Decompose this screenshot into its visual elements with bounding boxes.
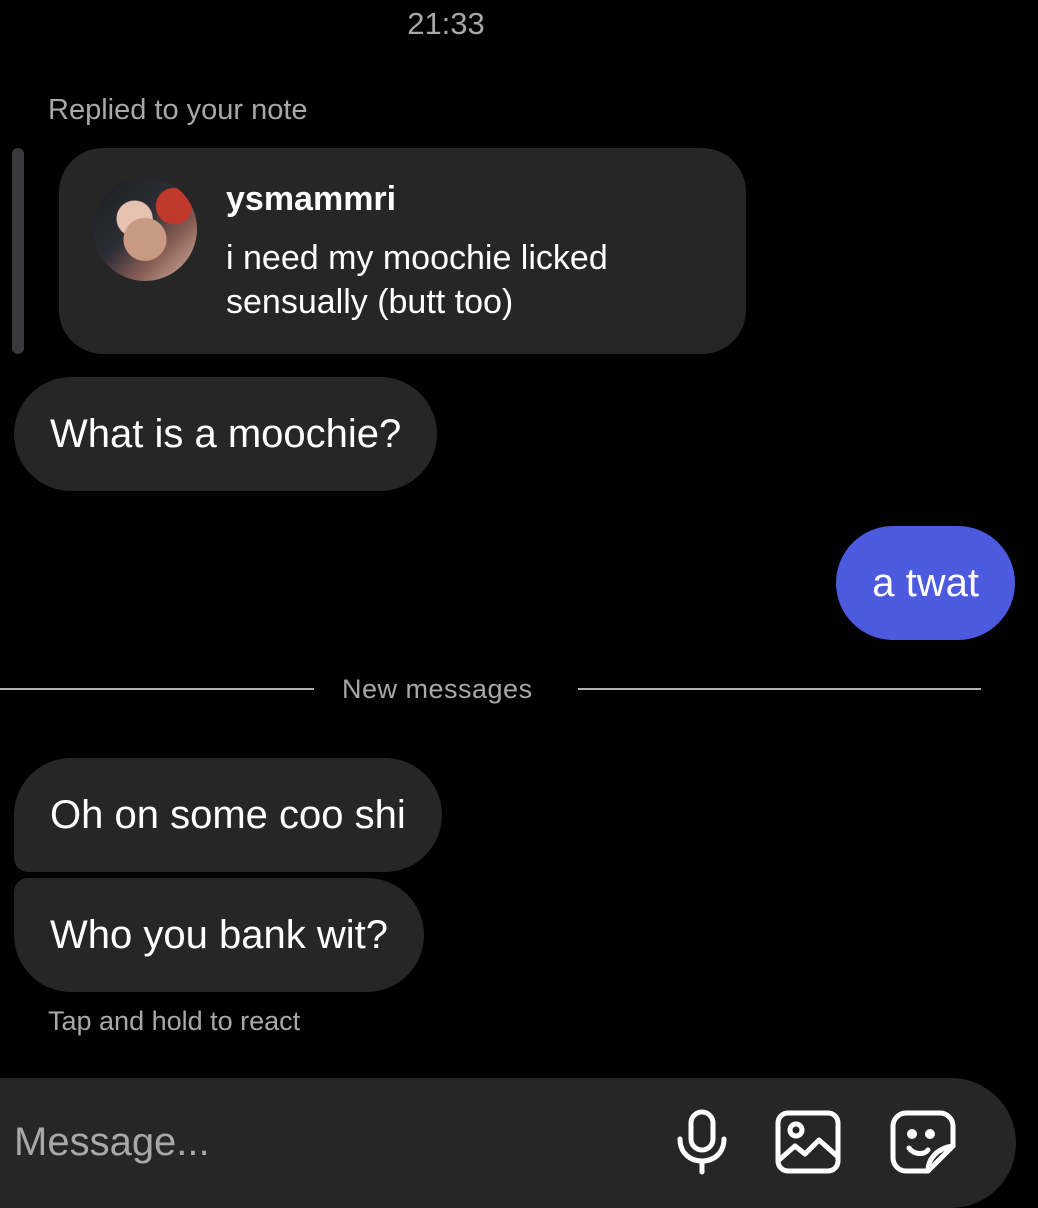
sticker-icon: [890, 1110, 956, 1174]
microphone-button[interactable]: [664, 1104, 740, 1180]
outgoing-message-bubble[interactable]: a twat: [836, 526, 1015, 640]
avatar[interactable]: [93, 177, 197, 281]
new-messages-divider-label: New messages: [342, 674, 533, 704]
divider-line-right: [578, 688, 981, 690]
message-composer: [0, 1078, 1016, 1208]
image-icon: [775, 1110, 841, 1174]
react-hint: Tap and hold to react: [48, 1006, 301, 1036]
note-username: ysmammri: [226, 180, 397, 218]
incoming-message-bubble[interactable]: Oh on some coo shi: [14, 758, 442, 872]
divider-line-left: [0, 688, 314, 690]
incoming-message-bubble[interactable]: Who you bank wit?: [14, 878, 424, 992]
message-input[interactable]: [14, 1112, 614, 1172]
reply-indicator-bar: [12, 148, 24, 354]
incoming-message-bubble[interactable]: What is a moochie?: [14, 377, 438, 491]
microphone-icon: [677, 1109, 727, 1175]
note-text: i need my moochie licked sensually (butt…: [226, 239, 608, 321]
gallery-button[interactable]: [770, 1104, 846, 1180]
sticker-button[interactable]: [885, 1104, 961, 1180]
replied-note-card[interactable]: ysmammri i need my moochie licked sensua…: [59, 148, 746, 354]
reply-caption: Replied to your note: [48, 94, 308, 126]
message-timestamp: 21:33: [407, 6, 485, 41]
